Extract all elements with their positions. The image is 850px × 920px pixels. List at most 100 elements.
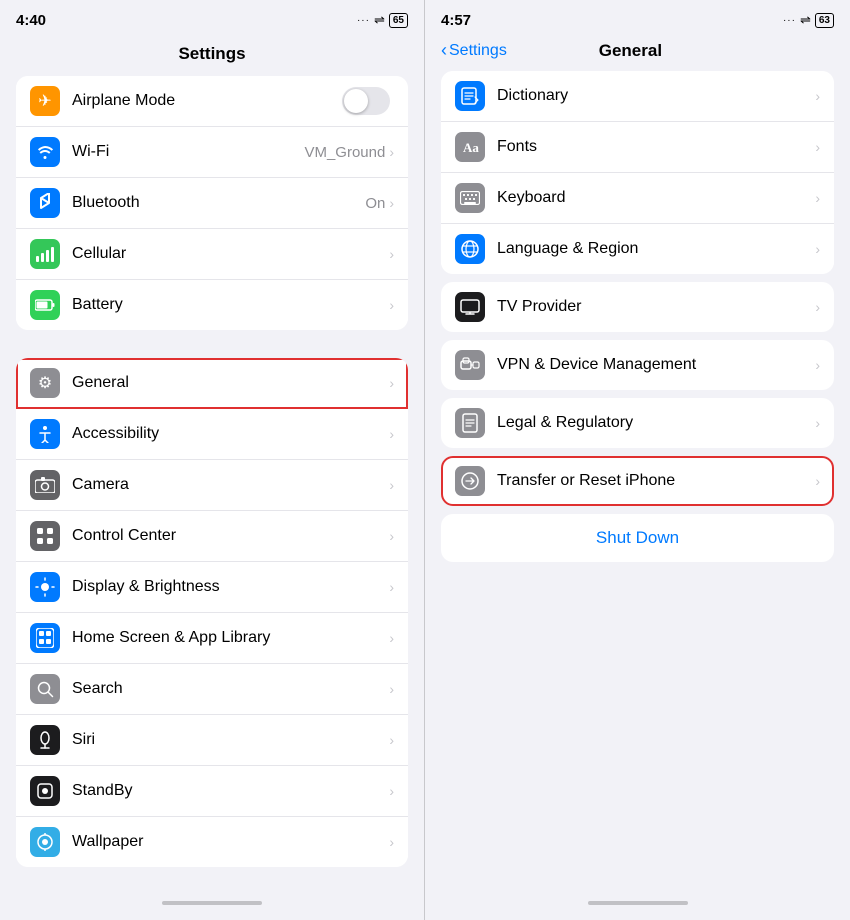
left-battery-icon: 65 <box>389 13 408 28</box>
settings-item-bluetooth[interactable]: Bluetooth On › <box>16 178 408 229</box>
airplane-mode-toggle[interactable] <box>342 87 390 115</box>
language-chevron: › <box>815 241 820 257</box>
wifi-icon <box>30 137 60 167</box>
right-panel-title: General <box>599 41 662 61</box>
standby-icon <box>30 776 60 806</box>
right-item-keyboard[interactable]: Keyboard › <box>441 173 834 224</box>
right-item-tv[interactable]: TV Provider › <box>441 282 834 332</box>
shutdown-label: Shut Down <box>596 528 679 548</box>
keyboard-chevron: › <box>815 190 820 206</box>
bluetooth-value: On <box>365 195 385 212</box>
control-center-icon <box>30 521 60 551</box>
settings-item-camera[interactable]: Camera › <box>16 460 408 511</box>
shutdown-group: Shut Down <box>441 514 834 562</box>
bluetooth-chevron: › <box>389 195 394 211</box>
right-status-bar: 4:57 ··· ⇌ 63 <box>425 0 850 36</box>
tv-label: TV Provider <box>497 298 815 316</box>
siri-icon <box>30 725 60 755</box>
general-icon: ⚙ <box>30 368 60 398</box>
settings-item-accessibility[interactable]: Accessibility › <box>16 409 408 460</box>
siri-chevron: › <box>389 732 394 748</box>
settings-item-homescreen[interactable]: Home Screen & App Library › <box>16 613 408 664</box>
settings-item-siri[interactable]: Siri › <box>16 715 408 766</box>
homescreen-label: Home Screen & App Library <box>72 629 389 647</box>
legal-chevron: › <box>815 415 820 431</box>
accessibility-label: Accessibility <box>72 425 389 443</box>
dictionary-chevron: › <box>815 88 820 104</box>
transfer-chevron: › <box>815 473 820 489</box>
left-panel: 4:40 ··· ⇌ 65 Settings ✈ Airplane Mode W… <box>0 0 425 920</box>
battery-chevron: › <box>389 297 394 313</box>
shutdown-button[interactable]: Shut Down <box>441 514 834 562</box>
right-scroll-area[interactable]: Dictionary › Aa Fonts › Keyboard › <box>425 71 850 890</box>
settings-item-cellular[interactable]: Cellular › <box>16 229 408 280</box>
wallpaper-label: Wallpaper <box>72 833 389 851</box>
left-panel-title: Settings <box>0 36 424 76</box>
camera-icon <box>30 470 60 500</box>
display-chevron: › <box>389 579 394 595</box>
legal-icon <box>455 408 485 438</box>
back-button[interactable]: ‹ Settings <box>441 40 507 61</box>
left-signal-icon: ··· <box>357 15 370 26</box>
back-navigation: ‹ Settings General <box>425 36 850 71</box>
right-signal-icon: ··· <box>783 15 796 26</box>
settings-item-control-center[interactable]: Control Center › <box>16 511 408 562</box>
settings-item-general[interactable]: ⚙ General › <box>16 358 408 409</box>
left-group-1: ✈ Airplane Mode Wi-Fi VM_Ground › Blueto… <box>16 76 408 330</box>
svg-text:Aa: Aa <box>463 140 479 155</box>
right-item-fonts[interactable]: Aa Fonts › <box>441 122 834 173</box>
tv-icon <box>455 292 485 322</box>
right-group-2: TV Provider › <box>441 282 834 332</box>
right-group-5: Transfer or Reset iPhone › <box>441 456 834 506</box>
standby-label: StandBy <box>72 782 389 800</box>
right-status-icons: ··· ⇌ 63 <box>783 12 834 28</box>
right-item-dictionary[interactable]: Dictionary › <box>441 71 834 122</box>
general-label: General <box>72 374 389 392</box>
settings-item-airplane-mode[interactable]: ✈ Airplane Mode <box>16 76 408 127</box>
language-icon <box>455 234 485 264</box>
search-chevron: › <box>389 681 394 697</box>
wallpaper-icon <box>30 827 60 857</box>
dictionary-icon <box>455 81 485 111</box>
right-group-1: Dictionary › Aa Fonts › Keyboard › <box>441 71 834 274</box>
settings-item-battery[interactable]: Battery › <box>16 280 408 330</box>
display-label: Display & Brightness <box>72 578 389 596</box>
settings-item-standby[interactable]: StandBy › <box>16 766 408 817</box>
airplane-mode-icon: ✈ <box>30 86 60 116</box>
standby-chevron: › <box>389 783 394 799</box>
settings-item-display[interactable]: Display & Brightness › <box>16 562 408 613</box>
control-center-chevron: › <box>389 528 394 544</box>
left-group-2: ⚙ General › Accessibility › Camera › <box>16 358 408 867</box>
fonts-chevron: › <box>815 139 820 155</box>
left-scroll[interactable]: ⚙ General › Accessibility › Camera › <box>16 358 408 890</box>
wallpaper-chevron: › <box>389 834 394 850</box>
wifi-chevron: › <box>389 144 394 160</box>
battery-icon-item <box>30 290 60 320</box>
bottom-spacer-right <box>425 570 850 580</box>
left-home-bar <box>162 901 262 905</box>
settings-item-wallpaper[interactable]: Wallpaper › <box>16 817 408 867</box>
vpn-icon <box>455 350 485 380</box>
right-group-3: VPN & Device Management › <box>441 340 834 390</box>
wifi-label: Wi-Fi <box>72 143 304 161</box>
bottom-spacer <box>16 867 408 887</box>
dictionary-label: Dictionary <box>497 87 815 105</box>
siri-label: Siri <box>72 731 389 749</box>
back-chevron-icon: ‹ <box>441 40 447 61</box>
right-item-vpn[interactable]: VPN & Device Management › <box>441 340 834 390</box>
right-item-transfer[interactable]: Transfer or Reset iPhone › <box>441 456 834 506</box>
right-item-legal[interactable]: Legal & Regulatory › <box>441 398 834 448</box>
settings-item-wifi[interactable]: Wi-Fi VM_Ground › <box>16 127 408 178</box>
right-panel: 4:57 ··· ⇌ 63 ‹ Settings General Diction… <box>425 0 850 920</box>
right-item-language[interactable]: Language & Region › <box>441 224 834 274</box>
right-group-4: Legal & Regulatory › <box>441 398 834 448</box>
group-spacer-1 <box>0 330 424 358</box>
cellular-icon <box>30 239 60 269</box>
wifi-value: VM_Ground <box>304 144 385 161</box>
transfer-label: Transfer or Reset iPhone <box>497 472 815 490</box>
language-label: Language & Region <box>497 240 815 258</box>
settings-item-search[interactable]: Search › <box>16 664 408 715</box>
keyboard-label: Keyboard <box>497 189 815 207</box>
left-wifi-icon: ⇌ <box>374 12 385 28</box>
right-time: 4:57 <box>441 12 471 29</box>
